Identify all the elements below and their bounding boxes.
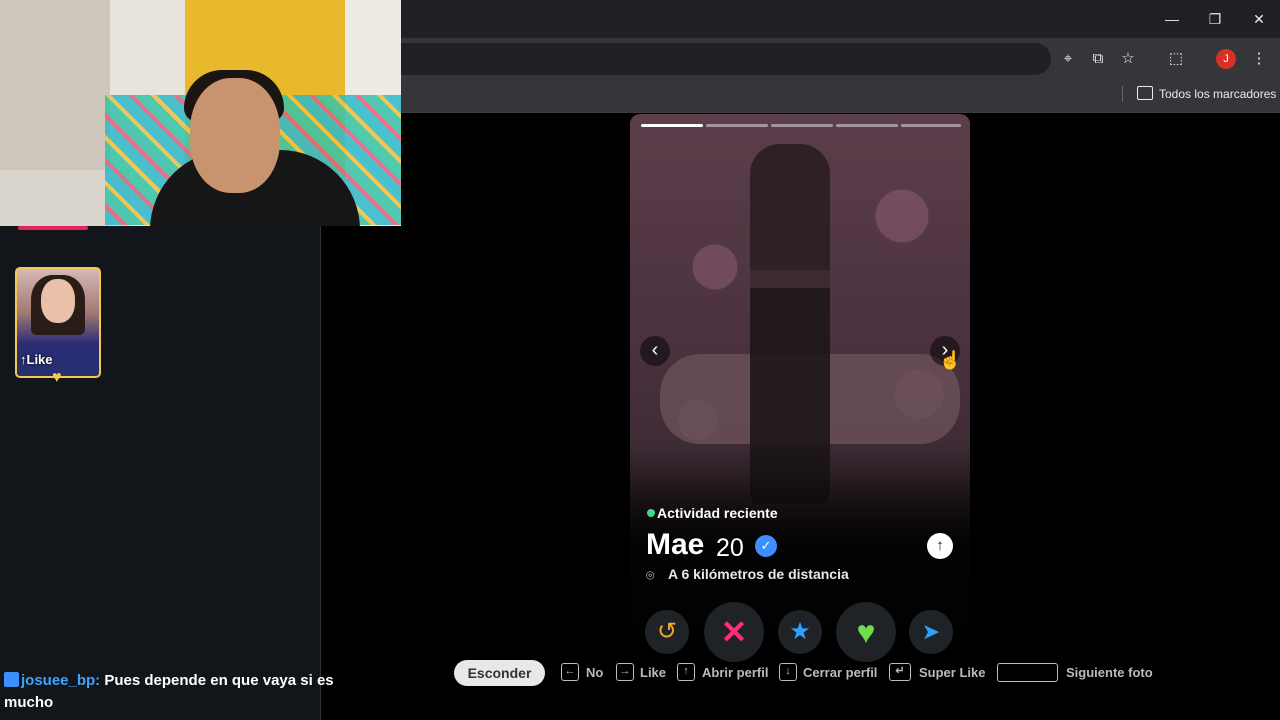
x-icon: ✕ (720, 614, 748, 650)
chat-username: josuee_bp: (21, 672, 101, 689)
activity-status: Actividad reciente (657, 505, 778, 521)
all-bookmarks-label[interactable]: Todos los marcadores (1159, 87, 1276, 101)
chevron-left-icon: ‹ (651, 339, 659, 361)
location-icon[interactable]: ⌖ (1058, 49, 1078, 69)
arrow-right-key-icon: → (616, 663, 634, 681)
photo-progress-segment (641, 124, 703, 127)
menu-dots-icon[interactable]: ⋮ (1249, 49, 1269, 69)
minimize-icon[interactable]: — (1162, 9, 1182, 29)
arrow-down-key-icon: ↓ (779, 663, 797, 681)
chat-badge-icon (4, 672, 19, 687)
profile-card[interactable]: ‹ › Actividad reciente Mae 20 ✓ ⌾ A 6 ki… (630, 114, 970, 624)
profile-avatar[interactable]: J (1216, 49, 1236, 69)
shortcut-close-profile-label: Cerrar perfil (803, 665, 878, 680)
like-button[interactable]: ♥ (836, 602, 896, 662)
send-icon: ➤ (921, 619, 941, 644)
close-icon[interactable]: ✕ (1249, 9, 1269, 29)
photo-progress-segment (836, 124, 898, 127)
webcam-person-head (190, 78, 280, 193)
panel-divider (320, 226, 321, 720)
browser-titlebar (401, 0, 1280, 38)
shortcut-next-photo-label: Siguiente foto (1066, 665, 1153, 680)
like-label: ↑Like (20, 352, 53, 367)
profile-distance: A 6 kilómetros de distancia (668, 566, 849, 582)
verified-badge-icon: ✓ (755, 535, 777, 557)
like-label-text: Like (26, 352, 53, 367)
hide-shortcuts-button[interactable]: Esconder (454, 660, 545, 686)
rewind-icon: ↺ (656, 618, 678, 645)
shortcut-open-profile-label: Abrir perfil (702, 665, 769, 680)
photo-progress-segment (901, 124, 961, 127)
hand-cursor-icon: ☝ (939, 350, 962, 370)
shortcut-no-label: No (586, 665, 604, 680)
arrow-up-key-icon: ↑ (677, 663, 695, 681)
heart-icon: ♥ (856, 614, 876, 650)
online-status-dot (647, 509, 655, 517)
super-like-button[interactable]: ★ (778, 610, 822, 654)
bookmarks-separator (1122, 86, 1123, 102)
shortcut-super-like-label: Super Like (919, 665, 986, 680)
photo-progress-segment (706, 124, 768, 127)
previous-photo-button[interactable]: ‹ (640, 336, 670, 366)
photo-progress-segment (771, 124, 833, 127)
arrow-up-icon: ↑ (936, 537, 944, 554)
address-bar[interactable] (401, 43, 1051, 75)
heart-icon: ♥ (52, 369, 62, 386)
folder-icon[interactable] (1137, 86, 1153, 100)
bookmark-star-icon[interactable]: ☆ (1118, 49, 1138, 69)
profile-name: Mae (646, 528, 705, 561)
install-app-icon[interactable]: ⧉ (1088, 49, 1108, 69)
arrow-left-key-icon: ← (561, 663, 579, 681)
screen: ↑Like ♥ josuee_bp: Pues depende en que v… (0, 0, 1280, 720)
rewind-button[interactable]: ↺ (645, 610, 689, 654)
thumbnail-face (41, 279, 75, 323)
extensions-icon[interactable]: ⬚ (1166, 49, 1186, 69)
stream-accent-bar (18, 226, 88, 230)
profile-age: 20 (716, 534, 744, 562)
star-icon: ★ (789, 618, 811, 645)
location-pin-icon: ⌾ (646, 567, 655, 583)
webcam-feed (0, 0, 401, 226)
open-profile-button[interactable]: ↑ (927, 533, 953, 559)
chat-message: josuee_bp: Pues depende en que vaya si e… (4, 670, 374, 714)
shortcut-like-label: Like (640, 665, 667, 680)
spacebar-key-icon (997, 663, 1058, 682)
boost-button[interactable]: ➤ (909, 610, 953, 654)
restore-icon[interactable]: ❐ (1205, 9, 1225, 29)
enter-key-icon: ↵ (889, 663, 911, 681)
nope-button[interactable]: ✕ (704, 602, 764, 662)
